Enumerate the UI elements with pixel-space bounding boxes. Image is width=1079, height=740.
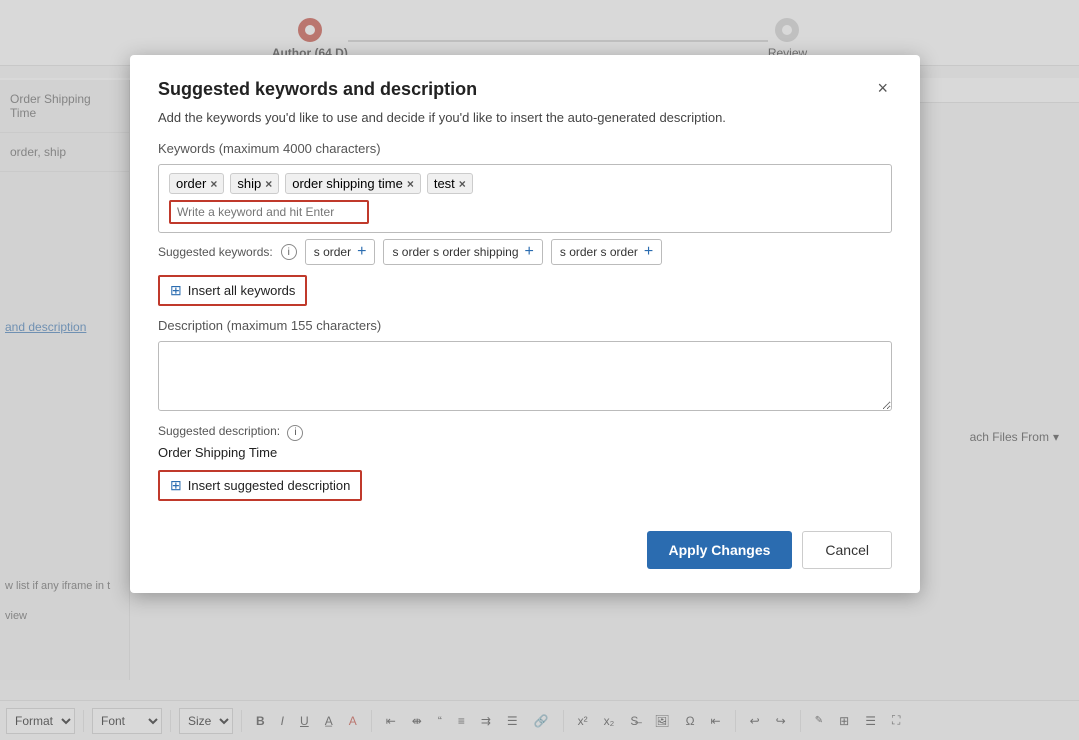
keyword-text: order shipping time — [292, 176, 403, 191]
suggested-keywords-label: Suggested keywords: — [158, 245, 273, 259]
insert-suggested-description-button[interactable]: ⊞ Insert suggested description — [158, 470, 362, 501]
suggested-tag-text: s order s order shipping — [392, 245, 518, 259]
keywords-input-area: order × ship × order shipping time × tes… — [158, 164, 892, 233]
modal-subtitle: Add the keywords you'd like to use and d… — [158, 110, 892, 125]
keyword-text: ship — [237, 176, 261, 191]
suggested-tag-1: s order + — [305, 239, 376, 265]
keyword-remove-ship[interactable]: × — [265, 177, 272, 191]
suggested-desc-info-icon[interactable]: i — [287, 425, 303, 441]
insert-desc-label: Insert suggested description — [188, 478, 351, 493]
modal-footer: Apply Changes Cancel — [158, 531, 892, 569]
suggested-tag-3: s order s order + — [551, 239, 662, 265]
modal-title: Suggested keywords and description — [158, 79, 477, 100]
suggested-keywords-row: Suggested keywords: i s order + s order … — [158, 239, 892, 265]
keyword-remove-order[interactable]: × — [210, 177, 217, 191]
suggested-tag-2: s order s order shipping + — [383, 239, 542, 265]
keyword-tag-order: order × — [169, 173, 224, 194]
suggested-description-text: Order Shipping Time — [158, 445, 892, 460]
insert-desc-icon: ⊞ — [170, 477, 182, 494]
modal-dialog: Suggested keywords and description × Add… — [130, 55, 920, 593]
description-label: Description (maximum 155 characters) — [158, 318, 892, 333]
keywords-tags: order × ship × order shipping time × tes… — [169, 173, 881, 194]
keyword-remove-test[interactable]: × — [459, 177, 466, 191]
suggested-tag-plus-3[interactable]: + — [644, 243, 653, 261]
suggested-tag-text: s order — [314, 245, 351, 259]
suggested-tag-plus-1[interactable]: + — [357, 243, 366, 261]
keyword-text: test — [434, 176, 455, 191]
keyword-tag-ship: ship × — [230, 173, 279, 194]
keyword-tag-test: test × — [427, 173, 473, 194]
insert-all-icon: ⊞ — [170, 282, 182, 299]
keyword-input[interactable] — [169, 200, 369, 224]
apply-changes-button[interactable]: Apply Changes — [647, 531, 793, 569]
modal-header: Suggested keywords and description × — [158, 79, 892, 100]
suggested-tag-text: s order s order — [560, 245, 638, 259]
suggested-tag-plus-2[interactable]: + — [525, 243, 534, 261]
suggested-keywords-info-icon[interactable]: i — [281, 244, 297, 260]
suggested-description-label-row: Suggested description: i — [158, 424, 892, 441]
keyword-text: order — [176, 176, 206, 191]
keywords-label: Keywords (maximum 4000 characters) — [158, 141, 892, 156]
keyword-remove-order-shipping-time[interactable]: × — [407, 177, 414, 191]
description-textarea[interactable] — [158, 341, 892, 411]
insert-all-label: Insert all keywords — [188, 283, 296, 298]
keyword-tag-order-shipping-time: order shipping time × — [285, 173, 421, 194]
cancel-button[interactable]: Cancel — [802, 531, 892, 569]
modal-close-button[interactable]: × — [873, 79, 892, 97]
insert-all-keywords-button[interactable]: ⊞ Insert all keywords — [158, 275, 307, 306]
